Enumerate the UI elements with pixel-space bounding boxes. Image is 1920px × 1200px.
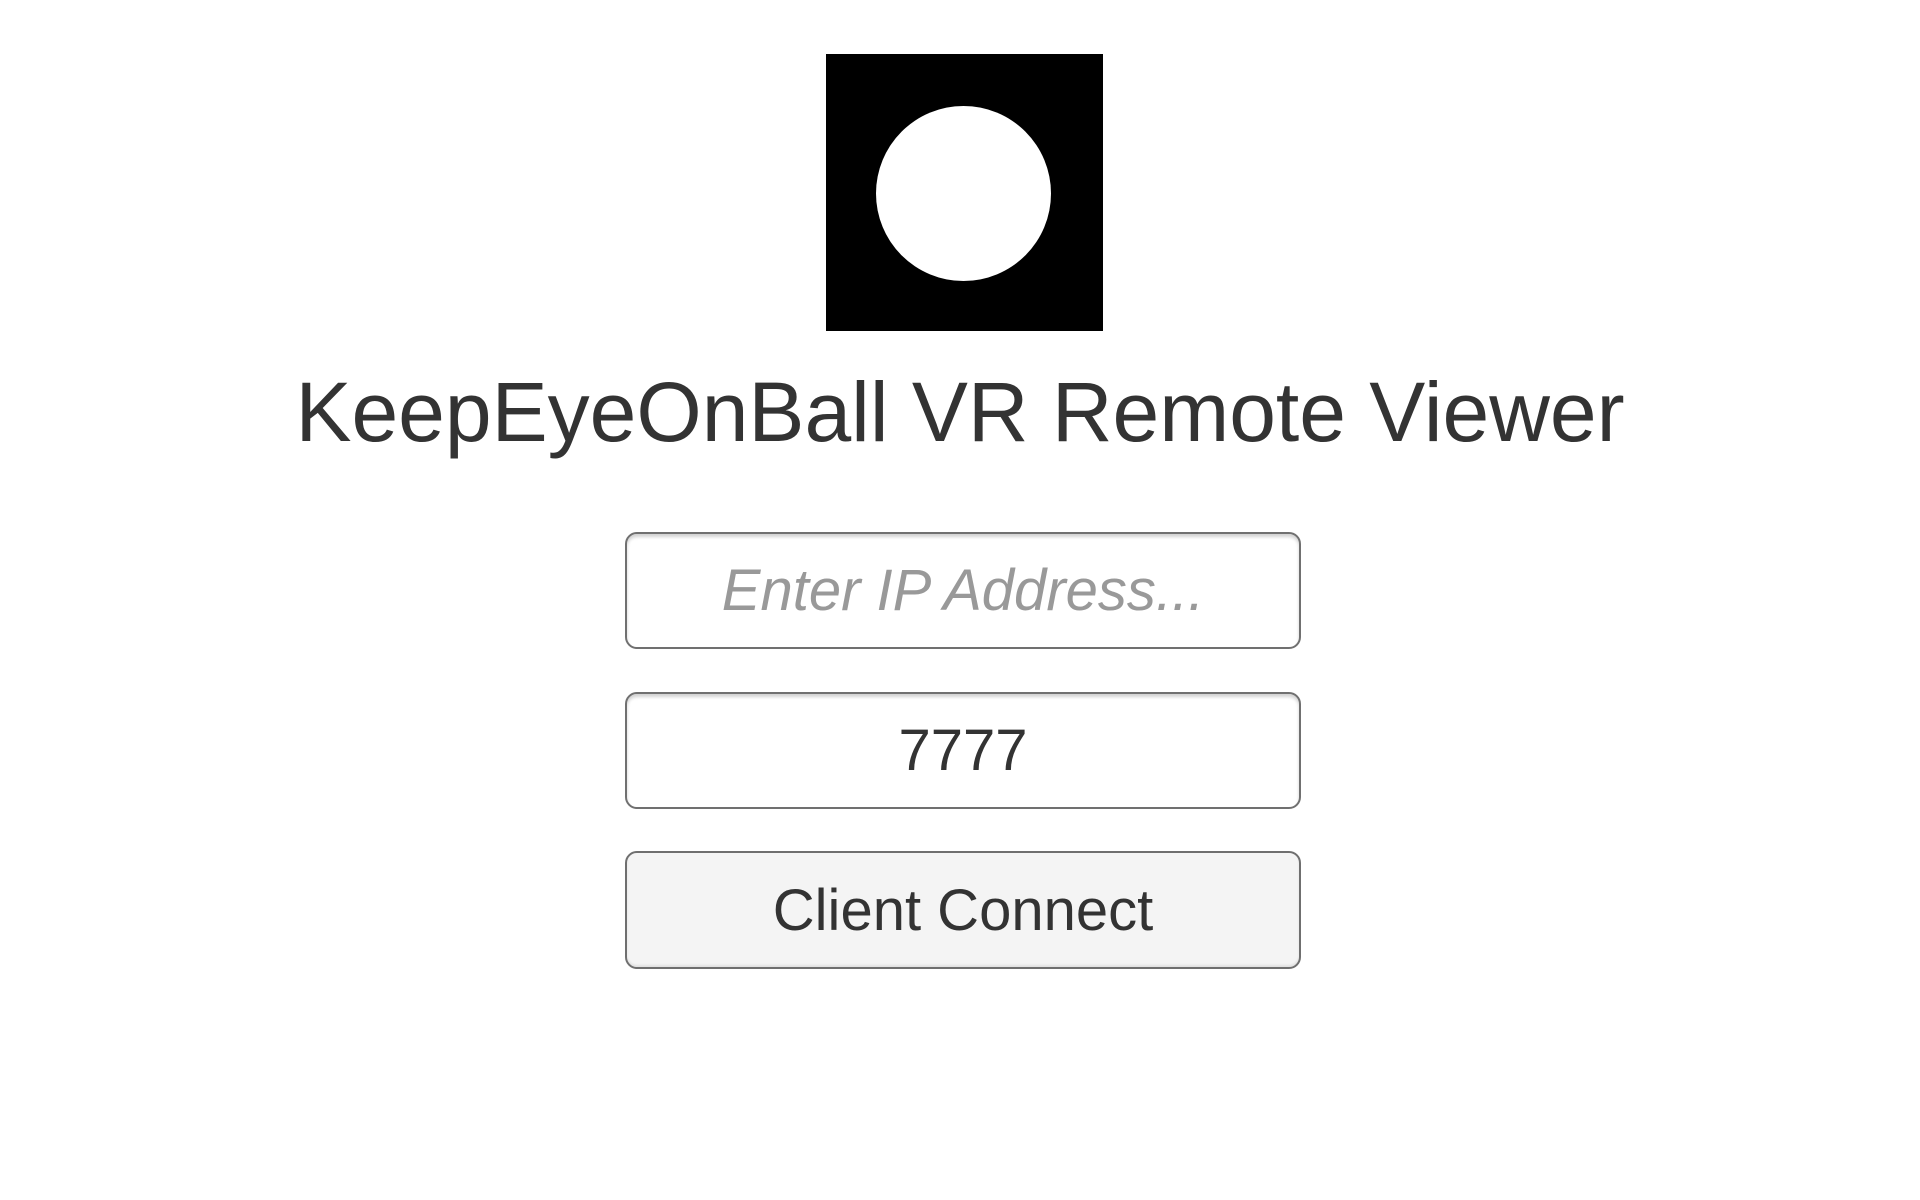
port-input[interactable]: 7777 xyxy=(625,692,1301,809)
page-title: KeepEyeOnBall VR Remote Viewer xyxy=(295,365,1625,459)
client-connect-label: Client Connect xyxy=(772,877,1154,943)
app-logo xyxy=(826,54,1103,331)
ip-address-placeholder: Enter IP Address... xyxy=(721,558,1205,623)
ball-icon xyxy=(876,106,1051,281)
port-value: 7777 xyxy=(898,718,1028,783)
ip-address-input[interactable]: Enter IP Address... xyxy=(625,532,1301,649)
app-window: KeepEyeOnBall VR Remote Viewer Enter IP … xyxy=(0,0,1920,1200)
client-connect-button[interactable]: Client Connect xyxy=(625,851,1301,969)
